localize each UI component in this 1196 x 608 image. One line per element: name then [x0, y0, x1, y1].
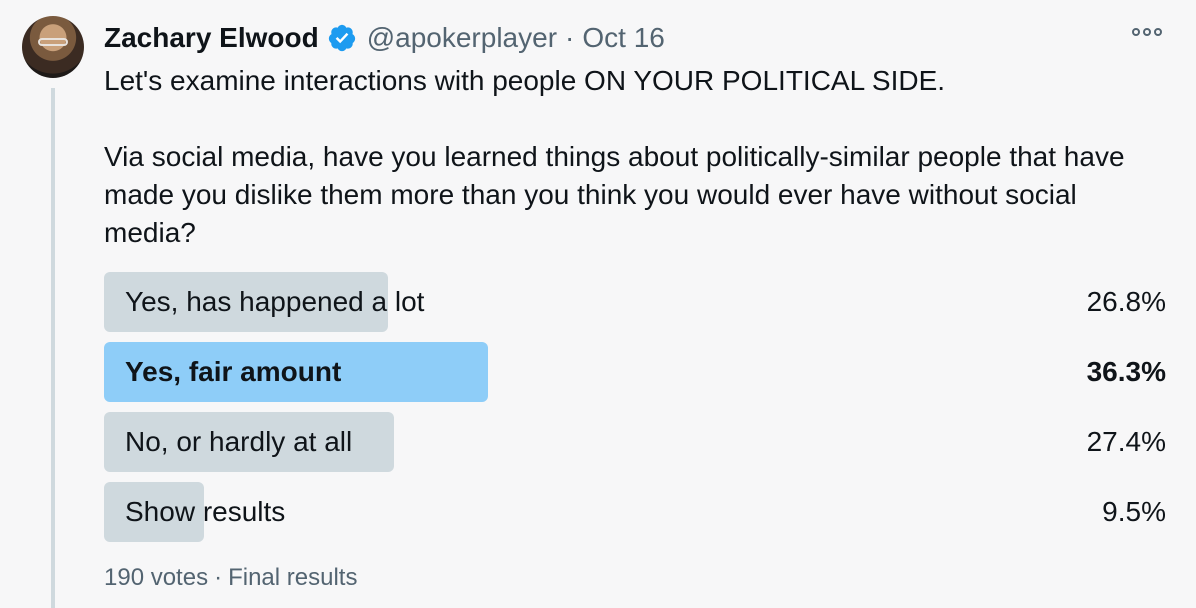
poll: Yes, has happened a lot 26.8% Yes, fair … [104, 272, 1166, 552]
tweet-header: Zachary Elwood @apokerplayer · Oct 16 [104, 18, 665, 58]
poll-option[interactable]: No, or hardly at all 27.4% [104, 412, 1166, 472]
poll-option-percent: 36.3% [1086, 356, 1166, 387]
more-dot [1143, 28, 1151, 36]
avatar[interactable] [22, 16, 84, 78]
poll-option-percent: 9.5% [1102, 496, 1166, 527]
more-dot [1132, 28, 1140, 36]
tweet-paragraph: Let's examine interactions with people O… [104, 65, 946, 96]
poll-option[interactable]: Yes, has happened a lot 26.8% [104, 272, 1166, 332]
thread-line [51, 88, 55, 608]
poll-option-label: Yes, fair amount [125, 356, 342, 387]
poll-option-percent: 26.8% [1086, 286, 1166, 317]
poll-option-label: Show results [125, 496, 286, 527]
poll-option[interactable]: Yes, fair amount 36.3% [104, 342, 1166, 402]
more-dot [1154, 28, 1162, 36]
poll-option-percent: 27.4% [1086, 426, 1166, 457]
tweet-paragraph: Via social media, have you learned thing… [104, 141, 1125, 248]
poll-option-label: No, or hardly at all [125, 426, 353, 457]
poll-option-label: Yes, has happened a lot [125, 286, 425, 317]
author-name[interactable]: Zachary Elwood [104, 22, 319, 54]
vote-count: 190 votes [104, 564, 209, 591]
tweet-text: Let's examine interactions with people O… [104, 62, 1174, 252]
author-handle[interactable]: @apokerplayer [367, 22, 557, 54]
verified-badge-icon [327, 23, 357, 53]
avatar-glasses [38, 38, 68, 46]
header-separator: · [565, 22, 575, 53]
more-horizontal-icon[interactable] [1132, 28, 1162, 36]
poll-status: Final results [228, 564, 358, 591]
tweet-date[interactable]: Oct 16 [582, 22, 664, 54]
footer-separator: · [214, 564, 223, 591]
poll-footer: 190 votes · Final results [104, 564, 357, 592]
poll-option[interactable]: Show results 9.5% [104, 482, 1166, 542]
